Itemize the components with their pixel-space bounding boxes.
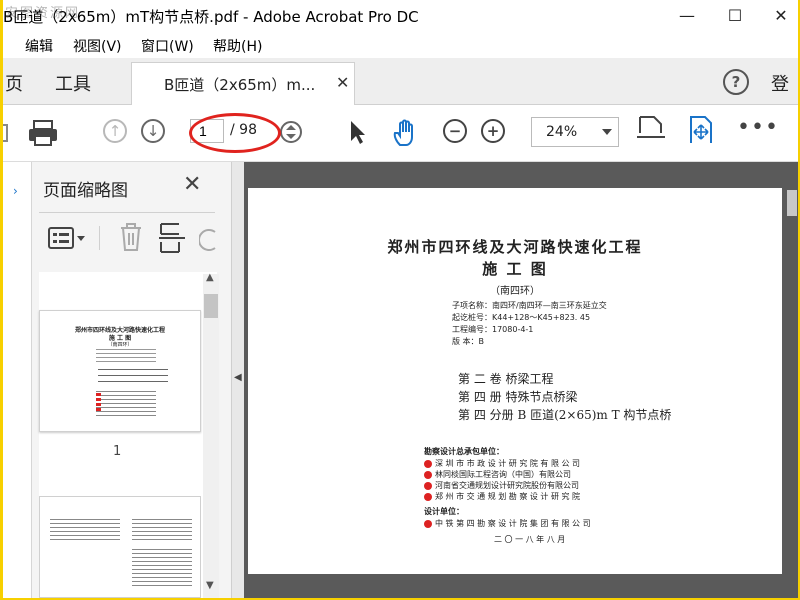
print-icon[interactable] bbox=[27, 119, 59, 147]
thumb-text-lines bbox=[50, 519, 120, 541]
panel-strip: › bbox=[3, 162, 32, 598]
panel-title: 页面缩略图 bbox=[43, 181, 128, 201]
menu-help[interactable]: 帮助(H) bbox=[213, 36, 262, 56]
scroll-thumb[interactable] bbox=[204, 294, 218, 318]
minimize-icon[interactable]: — bbox=[667, 4, 707, 28]
thumbnail-panel: › 页面缩略图 ✕ ▲ ▼ 郑州市四环线及大河路快速化工程 施 工 图 （南四环… bbox=[3, 162, 232, 598]
menu-view[interactable]: 视图(V) bbox=[73, 36, 122, 56]
doc-contractor-2: 河南省交通规划设计研究院股份有限公司 bbox=[424, 480, 579, 491]
doc-section: （南四环） bbox=[490, 286, 540, 297]
full-screen-icon[interactable] bbox=[687, 115, 715, 143]
thumb-text-lines bbox=[98, 369, 168, 385]
collapse-left-icon[interactable]: ◀ bbox=[234, 372, 242, 383]
doc-contractor-3: 郑 州 市 交 通 规 划 勘 察 设 计 研 究 院 bbox=[424, 491, 580, 502]
chevron-down-icon bbox=[602, 129, 612, 135]
thumb-logos bbox=[96, 393, 101, 413]
maximize-icon[interactable]: ☐ bbox=[715, 4, 755, 28]
chevron-right-icon[interactable]: › bbox=[13, 184, 18, 198]
fit-page-icon[interactable] bbox=[637, 113, 665, 141]
tab-document-label: B匝道（2x65m）m... bbox=[164, 76, 316, 94]
close-tab-icon[interactable]: ✕ bbox=[336, 73, 349, 92]
scroll-down-icon[interactable]: ▼ bbox=[206, 580, 214, 591]
tab-bar: 页 工具 B匝道（2x65m）m... ✕ ? 登 bbox=[3, 58, 798, 105]
company-logo-icon bbox=[424, 481, 432, 490]
insert-page-icon[interactable] bbox=[157, 222, 187, 254]
doc-title: 郑州市四环线及大河路快速化工程 bbox=[387, 238, 643, 256]
document-scroll-thumb[interactable] bbox=[787, 190, 797, 216]
company-logo-icon bbox=[424, 459, 432, 468]
doc-contractor-1: 林同棪国际工程咨询（中国）有限公司 bbox=[424, 469, 571, 480]
highlight-annotation bbox=[189, 113, 281, 153]
doc-volume-2: 第 四 分册 B 匝道(2×65)m T 构节点桥 bbox=[458, 408, 672, 422]
menu-window[interactable]: 窗口(W) bbox=[141, 36, 194, 56]
divider bbox=[99, 226, 100, 250]
toolbar: ↑ ↓ / 98 − + 24% bbox=[3, 105, 798, 162]
thumb-text-lines bbox=[132, 549, 192, 589]
divider bbox=[39, 212, 215, 213]
login-button[interactable]: 登 bbox=[771, 70, 789, 96]
more-tools-icon[interactable]: ••• bbox=[737, 115, 779, 143]
doc-meta-0: 子项名称：南四环/南四环—南三环东延立交 bbox=[452, 301, 607, 310]
zoom-value: 24% bbox=[546, 124, 578, 140]
company-logo-icon bbox=[424, 492, 432, 501]
zoom-out-icon[interactable]: − bbox=[443, 119, 467, 143]
doc-meta-2: 工程编号：17080-4-1 bbox=[452, 325, 534, 334]
window-title: B匝道（2x65m）mT构节点桥.pdf - Adobe Acrobat Pro… bbox=[3, 8, 419, 26]
hand-tool-icon[interactable] bbox=[391, 119, 421, 147]
doc-meta-1: 起讫桩号：K44+128～K45+823. 45 bbox=[452, 313, 591, 322]
page-thumbnail-2[interactable] bbox=[39, 496, 201, 598]
page-thumbnail-1[interactable]: 郑州市四环线及大河路快速化工程 施 工 图 （南四环） bbox=[39, 310, 201, 432]
tab-document[interactable]: B匝道（2x65m）m... ✕ bbox=[131, 62, 355, 105]
doc-volume-0: 第 二 卷 桥梁工程 bbox=[458, 372, 554, 386]
zoom-in-icon[interactable]: + bbox=[481, 119, 505, 143]
doc-date: 二 〇 一 八 年 八 月 bbox=[494, 535, 566, 544]
doc-subtitle: 施 工 图 bbox=[482, 260, 548, 278]
tab-home[interactable]: 页 bbox=[5, 70, 23, 96]
company-logo-icon bbox=[424, 519, 432, 528]
doc-volume-1: 第 四 册 特殊节点桥梁 bbox=[458, 390, 578, 404]
save-icon[interactable] bbox=[3, 119, 11, 147]
rotate-icon[interactable] bbox=[199, 224, 219, 254]
delete-icon[interactable] bbox=[117, 222, 145, 254]
doc-meta-3: 版 本：B bbox=[452, 337, 485, 346]
thumb-text-lines bbox=[96, 349, 156, 363]
panel-collapse-handle[interactable]: ◀ bbox=[232, 162, 244, 598]
next-page-icon[interactable]: ↓ bbox=[141, 119, 165, 143]
thumb-section: （南四环） bbox=[107, 342, 133, 348]
doc-contractor-0: 深 圳 市 市 政 设 计 研 究 院 有 限 公 司 bbox=[424, 458, 580, 469]
thumb-text-lines bbox=[96, 391, 156, 417]
thumbnail-scrollbar[interactable]: ▲ ▼ bbox=[203, 272, 219, 598]
help-icon[interactable]: ? bbox=[723, 69, 749, 95]
company-logo-icon bbox=[424, 470, 432, 479]
doc-designer: 中 铁 第 四 勘 察 设 计 院 集 团 有 限 公 司 bbox=[424, 518, 591, 529]
tab-tools[interactable]: 工具 bbox=[55, 70, 91, 96]
page-stepper-icon[interactable] bbox=[279, 119, 303, 147]
close-window-icon[interactable]: ✕ bbox=[761, 4, 798, 28]
acrobat-window: 安图资源网 B匝道（2x65m）mT构节点桥.pdf - Adobe Acrob… bbox=[3, 0, 798, 598]
document-viewport[interactable]: 郑州市四环线及大河路快速化工程 施 工 图 （南四环） 子项名称：南四环/南四环… bbox=[232, 162, 798, 598]
pdf-page: 郑州市四环线及大河路快速化工程 施 工 图 （南四环） 子项名称：南四环/南四环… bbox=[248, 188, 782, 574]
thumbnail-options-icon[interactable] bbox=[47, 224, 87, 254]
title-bar: 安图资源网 B匝道（2x65m）mT构节点桥.pdf - Adobe Acrob… bbox=[3, 0, 798, 32]
select-cursor-icon[interactable] bbox=[345, 119, 369, 147]
thumbnail-page-number: 1 bbox=[113, 444, 122, 459]
previous-page-icon[interactable]: ↑ bbox=[103, 119, 127, 143]
menu-edit[interactable]: 编辑 bbox=[25, 36, 53, 56]
zoom-select[interactable]: 24% bbox=[531, 117, 619, 147]
menu-bar: 编辑 视图(V) 窗口(W) 帮助(H) bbox=[3, 32, 798, 58]
scroll-up-icon[interactable]: ▲ bbox=[206, 272, 214, 283]
doc-contractor-label: 勘察设计总承包单位： bbox=[424, 447, 504, 456]
close-panel-icon[interactable]: ✕ bbox=[183, 172, 201, 197]
doc-design-label: 设计单位： bbox=[424, 507, 464, 516]
thumb-text-lines bbox=[132, 519, 192, 541]
